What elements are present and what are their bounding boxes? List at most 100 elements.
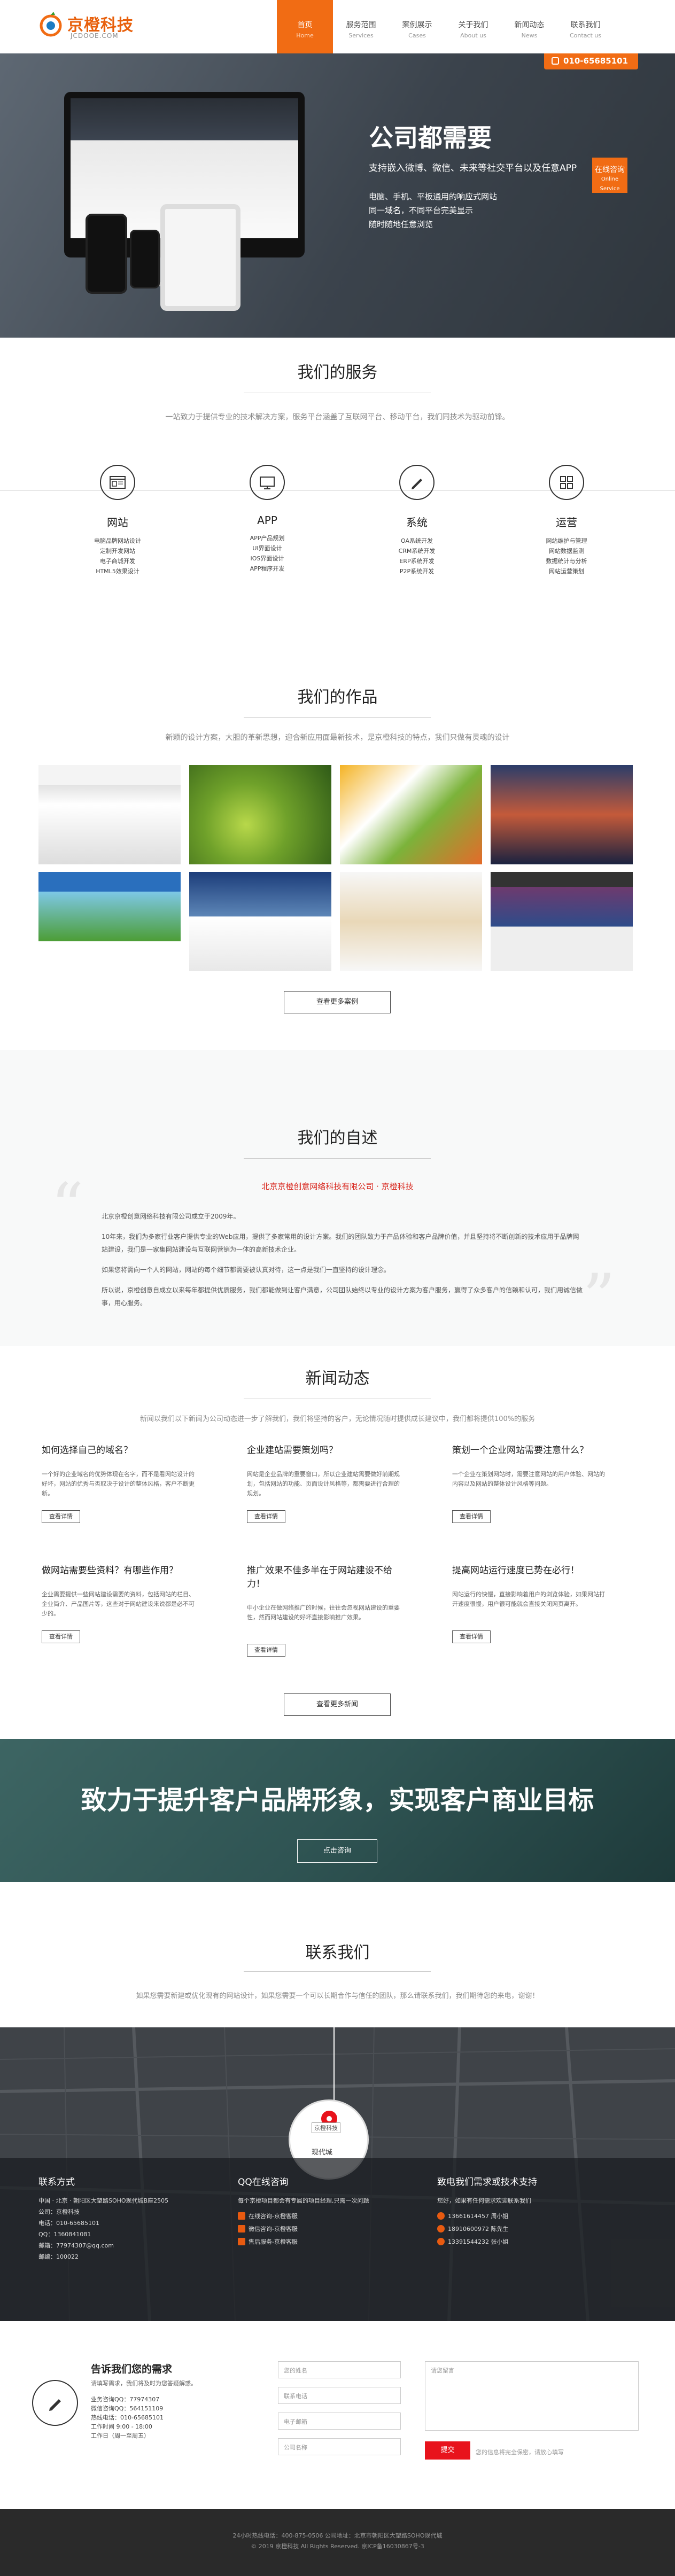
phone-icon — [437, 2238, 445, 2245]
company-field[interactable]: 公司名称 — [278, 2438, 401, 2455]
about-title: 我们的自述 — [297, 1129, 378, 1148]
phone-contact[interactable]: 13391544232 张小姐 — [437, 2237, 619, 2246]
news-item-title[interactable]: 企业建站需要策划吗？ — [247, 1442, 402, 1456]
news-item[interactable]: 策划一个企业网站需要注意什么？ 一个企业在策划网站时，需要注意网站的用户体验、网… — [452, 1442, 607, 1523]
service-list-item: HTML5效果设计 — [96, 568, 139, 575]
qq-link[interactable]: 售后服务-京橙客服 — [238, 2237, 420, 2246]
news-item-body: 一个企业在策划网站时，需要注意网站的用户体验、网站的内容以及网站的整体设计风格等… — [452, 1471, 605, 1487]
website-icon — [100, 465, 135, 500]
news-detail-button[interactable]: 查看详情 — [247, 1510, 285, 1523]
nav-services[interactable]: 服务范围 Services — [333, 0, 389, 53]
qq-link[interactable]: 在线咨询-京橙客服 — [238, 2212, 420, 2220]
nav-label: 首页 — [297, 21, 313, 29]
work-thumbnail[interactable] — [189, 765, 331, 864]
contact-line: 中国 · 北京 · 朝阳区大望路SOHO现代城B座2505 — [38, 2197, 169, 2204]
work-thumbnail[interactable] — [189, 872, 331, 971]
news-detail-button[interactable]: 查看详情 — [247, 1644, 285, 1657]
hero-feature: 同一域名，不同平台完美显示 — [369, 206, 474, 215]
service-list-item: ERP系统开发 — [399, 558, 435, 565]
service-website[interactable]: 网站 电脑品牌网站设计 定制开发网站 电子商城开发 HTML5效果设计 — [64, 465, 171, 576]
form-intro: 告诉我们您的需求 请填写需求，我们将及时为您答疑解惑。 业务咨询QQ：77974… — [91, 2361, 251, 2440]
online-service-button[interactable]: 在线咨询 Online Service — [592, 158, 627, 193]
phone-contact[interactable]: 13661614457 周小姐 — [437, 2212, 619, 2220]
news-item[interactable]: 推广效果不佳多半在于网站建设不给力！ 中小企业在做网络推广的时候，往往会忽视网站… — [247, 1563, 402, 1657]
service-app[interactable]: APP APP产品规划 UI界面设计 iOS界面设计 APP程序开发 — [214, 465, 321, 574]
form-title: 告诉我们您的需求 — [91, 2363, 173, 2375]
qq-link-label: 微信咨询-京橙客服 — [249, 2226, 298, 2232]
form-info-line: 热线电话：010-65685101 — [91, 2414, 164, 2421]
qq-icon — [238, 2238, 245, 2245]
news-item-title[interactable]: 提高网站运行速度已势在必行！ — [452, 1563, 607, 1576]
hotline-badge[interactable]: 010-65685101 — [544, 53, 638, 69]
map-place-label: 现代城 — [312, 2149, 333, 2157]
nav-cases[interactable]: 案例展示 Cases — [389, 0, 445, 53]
news-item-title[interactable]: 做网站需要些资料？有哪些作用？ — [42, 1563, 197, 1576]
message-field[interactable]: 请您留言 — [425, 2361, 639, 2431]
news-detail-button[interactable]: 查看详情 — [452, 1630, 491, 1643]
contact-line: 邮编：100022 — [38, 2253, 79, 2260]
form-info: 业务咨询QQ：77974307 微信咨询QQ：564151109 热线电话：01… — [91, 2395, 251, 2440]
work-thumbnail[interactable] — [38, 872, 181, 971]
work-thumbnail[interactable] — [340, 872, 482, 971]
phone-contact-label: 18910600972 陈先生 — [448, 2226, 509, 2232]
service-title: 系统 — [406, 516, 428, 529]
qq-link-label: 售后服务-京橙客服 — [249, 2238, 298, 2245]
logo-mark-icon — [40, 12, 62, 37]
news-item[interactable]: 做网站需要些资料？有哪些作用？ 企业需要提供一些网站建设需要的资料，包括网站的栏… — [42, 1563, 197, 1643]
work-thumbnail[interactable] — [340, 765, 482, 864]
app-icon — [250, 465, 285, 500]
nav-news[interactable]: 新闻动态 News — [501, 0, 557, 53]
nav-label-en: Home — [296, 32, 314, 39]
qq-link[interactable]: 微信咨询-京橙客服 — [238, 2224, 420, 2233]
submit-button[interactable]: 提交 — [425, 2441, 470, 2460]
phone-icon — [437, 2225, 445, 2232]
nav-home[interactable]: 首页 Home — [277, 0, 333, 53]
service-list: APP产品规划 UI界面设计 iOS界面设计 APP程序开发 — [214, 533, 321, 574]
nav-contact[interactable]: 联系我们 Contact us — [557, 0, 614, 53]
contact-desc: 如果您需要新建或优化现有的网站设计，如果您需要一个可以长期合作与信任的团队，那么… — [136, 1992, 539, 2000]
services-title: 我们的服务 — [297, 363, 378, 382]
contact-column-title: 联系方式 — [38, 2177, 75, 2188]
email-field[interactable]: 电子邮箱 — [278, 2413, 401, 2430]
news-item-title[interactable]: 策划一个企业网站需要注意什么？ — [452, 1442, 607, 1456]
qq-icon — [238, 2225, 245, 2232]
phone-contact-label: 13661614457 周小姐 — [448, 2213, 509, 2220]
phone-contact[interactable]: 18910600972 陈先生 — [437, 2224, 619, 2233]
news-item-body: 企业需要提供一些网站建设需要的资料，包括网站的栏目、企业简介、产品图片等，这些对… — [42, 1591, 195, 1617]
news-item[interactable]: 企业建站需要策划吗？ 网站是企业品牌的重要窗口，所以企业建站需要做好前期规划，包… — [247, 1442, 402, 1523]
about-paragraph: 北京京橙创意网络科技有限公司成立于2009年。 — [102, 1213, 240, 1220]
more-news-button[interactable]: 查看更多新闻 — [284, 1693, 391, 1716]
news-detail-button[interactable]: 查看详情 — [452, 1510, 491, 1523]
site-footer: 24小时热线电话：400-875-0506 公司地址：北京市朝阳区大望路SOHO… — [0, 2509, 675, 2576]
contact-line: 公司：京橙科技 — [38, 2208, 80, 2215]
more-cases-button[interactable]: 查看更多案例 — [284, 991, 391, 1013]
news-item[interactable]: 如何选择自己的域名？ 一个好的企业域名的优势体现在名字，而不是看网站设计的好坏，… — [42, 1442, 197, 1523]
services-desc: 一站致力于提供专业的技术解决方案，服务平台涵盖了互联网平台、移动平台，我们同技术… — [165, 413, 510, 421]
about-text: 北京京橙创意网络科技有限公司成立于2009年。 10年来，我们为多家行业客户提供… — [102, 1210, 583, 1317]
news-item-title[interactable]: 如何选择自己的域名？ — [42, 1442, 197, 1456]
about-paragraph: 如果您将需向一个人的网站，网站的每个细节都需要被认真对待，这一点是我们一直坚持的… — [102, 1266, 391, 1274]
work-thumbnail[interactable] — [491, 872, 633, 971]
nav-label: 案例展示 — [402, 21, 432, 29]
qq-link-label: 在线咨询-京橙客服 — [249, 2213, 298, 2220]
phone-field[interactable]: 联系电话 — [278, 2387, 401, 2404]
service-list-item: 电脑品牌网站设计 — [94, 537, 141, 544]
news-detail-button[interactable]: 查看详情 — [42, 1630, 80, 1643]
nav-label: 服务范围 — [346, 21, 376, 29]
consult-button[interactable]: 点击咨询 — [297, 1839, 377, 1863]
news-item-title[interactable]: 推广效果不佳多半在于网站建设不给力！ — [247, 1563, 402, 1589]
news-item[interactable]: 提高网站运行速度已势在必行！ 网站运行的快慢，直接影响着用户的浏览体验，如果网站… — [452, 1563, 607, 1643]
logo[interactable]: 京橙科技 JCDOOE.COM — [37, 10, 150, 44]
work-thumbnail[interactable] — [38, 765, 181, 864]
footer-line: 24小时热线电话：400-875-0506 公司地址：北京市朝阳区大望路SOHO… — [232, 2532, 443, 2539]
work-thumbnail[interactable] — [491, 765, 633, 864]
nav-about[interactable]: 关于我们 About us — [445, 0, 501, 53]
service-operation[interactable]: 运营 网站维护与管理 网站数据监测 数据统计与分析 网站运营策划 — [513, 465, 620, 576]
service-list-item: 网站维护与管理 — [546, 537, 587, 544]
news-detail-button[interactable]: 查看详情 — [42, 1510, 80, 1523]
contact-column-title: 致电我们需求或技术支持 — [437, 2177, 537, 2188]
name-field[interactable]: 您的姓名 — [278, 2361, 401, 2378]
service-system[interactable]: 系统 OA系统开发 CRM系统开发 ERP系统开发 P2P系统开发 — [363, 465, 470, 576]
phone-icon — [437, 2212, 445, 2220]
slogan-banner: 致力于提升客户品牌形象，实现客户商业目标 点击咨询 — [0, 1739, 675, 1882]
